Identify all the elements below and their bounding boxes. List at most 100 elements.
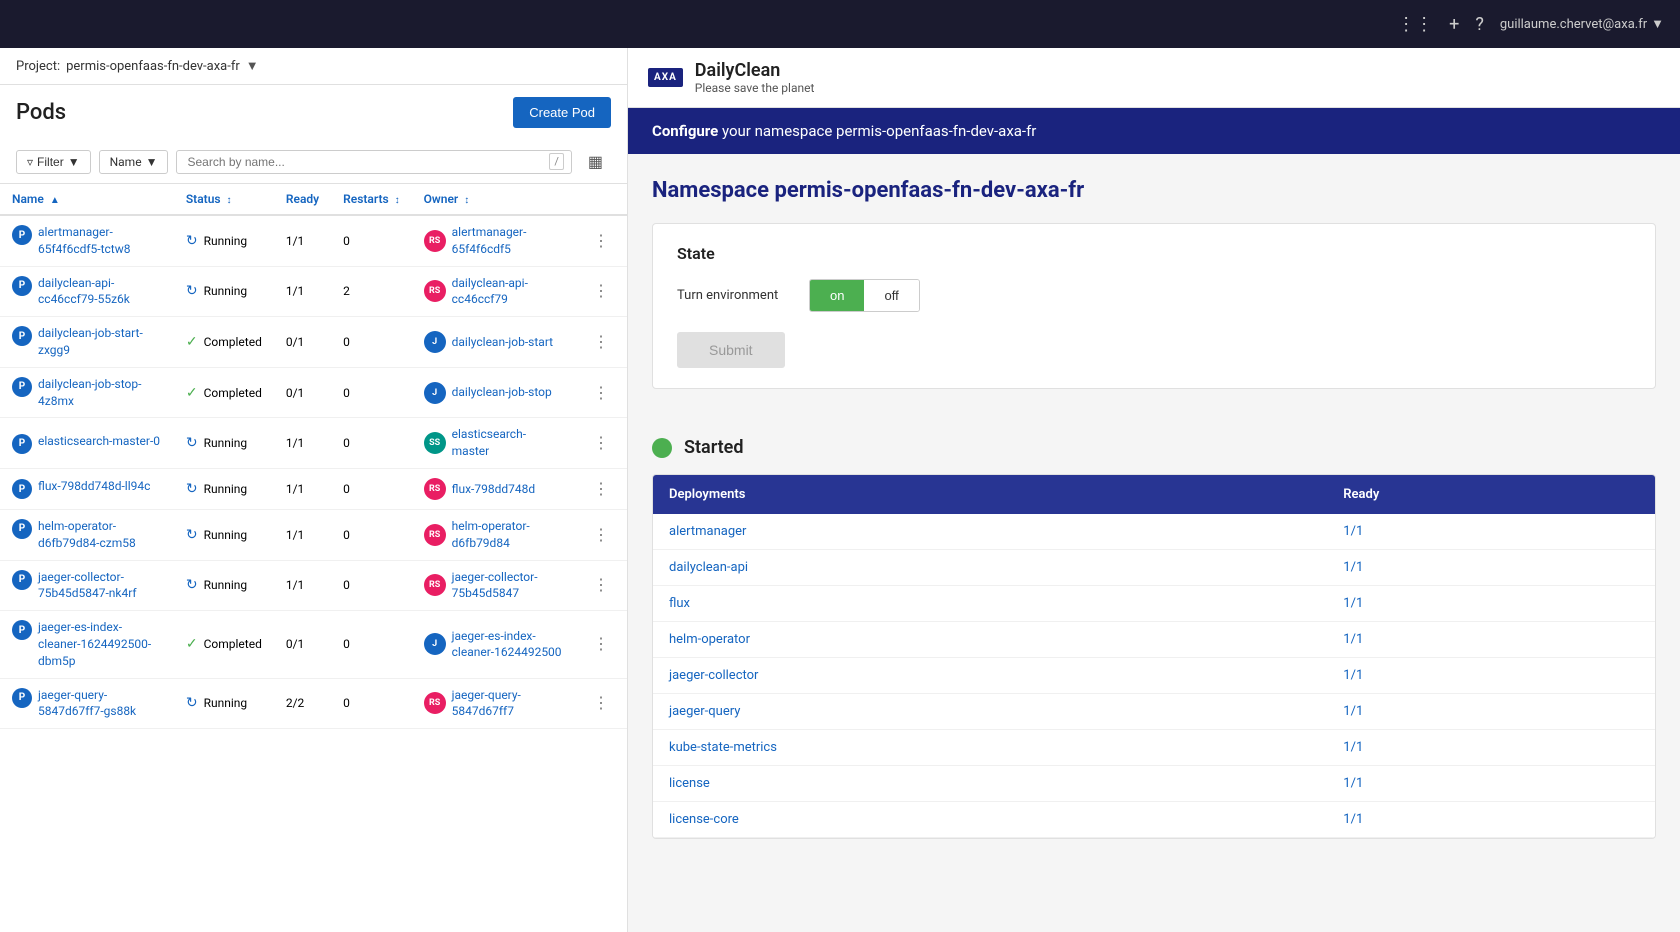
pod-owner-cell: SS elasticsearch-master	[412, 418, 575, 469]
pod-icon: P	[12, 434, 32, 454]
project-bar: Project: permis-openfaas-fn-dev-axa-fr ▼	[0, 48, 627, 85]
pod-restarts-cell: 2	[331, 266, 412, 317]
pod-kebab-menu-button[interactable]: ⋮	[587, 330, 615, 354]
pod-name-link[interactable]: elasticsearch-master-0	[38, 433, 160, 450]
owner-name-link[interactable]: elasticsearch-master	[452, 426, 563, 460]
owner-badge: RS	[424, 524, 446, 546]
owner-name-link[interactable]: helm-operator-d6fb79d84	[452, 518, 563, 552]
deployment-name-link[interactable]: jaeger-collector	[669, 668, 758, 683]
deployment-ready: 1/1	[1343, 632, 1363, 647]
toggle-on-button[interactable]: on	[810, 280, 864, 311]
running-icon: ↻	[186, 233, 198, 249]
deployment-name-link[interactable]: dailyclean-api	[669, 560, 748, 575]
running-icon: ↻	[186, 283, 198, 299]
pod-name-link[interactable]: dailyclean-api-cc46ccf79-55z6k	[38, 275, 162, 309]
deployment-name-link[interactable]: kube-state-metrics	[669, 740, 777, 755]
owner-name-link[interactable]: jaeger-es-index-cleaner-1624492500	[452, 628, 563, 662]
user-dropdown-arrow[interactable]: ▼	[1651, 16, 1664, 32]
pod-status-cell: ↻ Running	[174, 418, 274, 469]
pod-kebab-menu-button[interactable]: ⋮	[587, 381, 615, 405]
brand-info: DailyClean Please save the planet	[695, 60, 815, 95]
deployment-name-link[interactable]: license-core	[669, 812, 739, 827]
deployment-name-link[interactable]: helm-operator	[669, 632, 750, 647]
configure-suffix-text: your namespace permis-openfaas-fn-dev-ax…	[722, 122, 1036, 140]
dep-ready-cell: 1/1	[1327, 694, 1655, 730]
deployment-name-link[interactable]: license	[669, 776, 710, 791]
pod-kebab-menu-button[interactable]: ⋮	[587, 229, 615, 253]
dep-name-cell: license	[653, 766, 1327, 802]
pod-kebab-menu-button[interactable]: ⋮	[587, 691, 615, 715]
search-input-wrap: /	[176, 150, 571, 174]
help-icon[interactable]: ?	[1475, 14, 1484, 35]
owner-name-link[interactable]: jaeger-query-5847d67ff7	[452, 687, 563, 721]
deployment-name-link[interactable]: jaeger-query	[669, 704, 740, 719]
col-name[interactable]: Name ▲	[0, 184, 174, 215]
filter-bar: ▿ Filter ▼ Name ▼ / ▦	[0, 140, 627, 184]
pod-name-link[interactable]: dailyclean-job-start-zxgg9	[38, 325, 162, 359]
name-dropdown-arrow: ▼	[146, 155, 158, 169]
owner-name-link[interactable]: dailyclean-job-start	[452, 334, 553, 351]
create-pod-button[interactable]: Create Pod	[513, 97, 611, 128]
pod-ready-cell: 0/1	[274, 367, 331, 418]
pod-kebab-menu-button[interactable]: ⋮	[587, 632, 615, 656]
pod-status: Running	[204, 284, 248, 298]
deployment-name-link[interactable]: alertmanager	[669, 524, 746, 539]
deployments-table-wrap: Deployments Ready alertmanager 1/1 daily…	[652, 474, 1656, 839]
pod-kebab-menu-button[interactable]: ⋮	[587, 573, 615, 597]
deployments-table: Deployments Ready alertmanager 1/1 daily…	[653, 475, 1655, 838]
filter-button[interactable]: ▿ Filter ▼	[16, 150, 91, 174]
owner-name-link[interactable]: dailyclean-api-cc46ccf79	[452, 275, 563, 309]
user-menu[interactable]: guillaume.chervet@axa.fr ▼	[1500, 16, 1664, 32]
owner-name-link[interactable]: dailyclean-job-stop	[452, 384, 552, 401]
pod-ready-cell: 0/1	[274, 611, 331, 678]
deployment-name-link[interactable]: flux	[669, 596, 690, 611]
started-dot	[652, 438, 672, 458]
pod-kebab-menu-button[interactable]: ⋮	[587, 523, 615, 547]
pod-restarts-cell: 0	[331, 215, 412, 266]
toggle-off-button[interactable]: off	[864, 280, 918, 311]
table-row: P dailyclean-job-stop-4z8mx ✓ Completed …	[0, 367, 627, 418]
pod-kebab-menu-button[interactable]: ⋮	[587, 431, 615, 455]
pod-ready-cell: 0/1	[274, 317, 331, 368]
list-item: jaeger-collector 1/1	[653, 658, 1655, 694]
owner-badge: J	[424, 331, 446, 353]
project-dropdown-arrow[interactable]: ▼	[246, 58, 259, 74]
pod-name-link[interactable]: jaeger-query-5847d67ff7-gs88k	[38, 687, 162, 721]
name-dropdown[interactable]: Name ▼	[99, 150, 169, 174]
col-status[interactable]: Status ↕	[174, 184, 274, 215]
pod-status: Running	[204, 528, 248, 542]
owner-name-link[interactable]: jaeger-collector-75b45d5847	[452, 569, 563, 603]
dep-name-cell: jaeger-query	[653, 694, 1327, 730]
pod-kebab-menu-button[interactable]: ⋮	[587, 279, 615, 303]
dep-ready-cell: 1/1	[1327, 802, 1655, 838]
pod-status: Running	[204, 436, 248, 450]
dep-name-cell: license-core	[653, 802, 1327, 838]
filter-icon: ▿	[27, 155, 33, 169]
owner-name-link[interactable]: flux-798dd748d	[452, 481, 535, 498]
pod-name-link[interactable]: dailyclean-job-stop-4z8mx	[38, 376, 162, 410]
pod-name-link[interactable]: jaeger-es-index-cleaner-1624492500-dbm5p	[38, 619, 162, 669]
table-row: P alertmanager-65f4f6cdf5-tctw8 ↻ Runnin…	[0, 215, 627, 266]
pod-kebab-menu-button[interactable]: ⋮	[587, 477, 615, 501]
search-input[interactable]	[176, 150, 571, 174]
pod-name-link[interactable]: alertmanager-65f4f6cdf5-tctw8	[38, 224, 162, 258]
pod-restarts-cell: 0	[331, 611, 412, 678]
pod-status-cell: ↻ Running	[174, 266, 274, 317]
grid-icon[interactable]: ⋮⋮	[1397, 14, 1433, 35]
toggle-label: Turn environment	[677, 288, 797, 303]
col-owner[interactable]: Owner ↕	[412, 184, 575, 215]
pod-name-link[interactable]: flux-798dd748d-ll94c	[38, 478, 150, 495]
plus-icon[interactable]: +	[1449, 14, 1459, 35]
view-toggle-button[interactable]: ▦	[580, 148, 611, 175]
dep-col-ready: Ready	[1327, 475, 1655, 514]
submit-button[interactable]: Submit	[677, 332, 785, 368]
pod-name-link[interactable]: jaeger-collector-75b45d5847-nk4rf	[38, 569, 162, 603]
pod-actions-cell: ⋮	[575, 611, 627, 678]
col-restarts[interactable]: Restarts ↕	[331, 184, 412, 215]
filter-label: Filter	[37, 155, 64, 169]
dep-ready-cell: 1/1	[1327, 658, 1655, 694]
owner-name-link[interactable]: alertmanager-65f4f6cdf5	[452, 224, 563, 258]
pod-name-link[interactable]: helm-operator-d6fb79d84-czm58	[38, 518, 162, 552]
filter-dropdown-arrow: ▼	[68, 155, 80, 169]
running-icon: ↻	[186, 435, 198, 451]
